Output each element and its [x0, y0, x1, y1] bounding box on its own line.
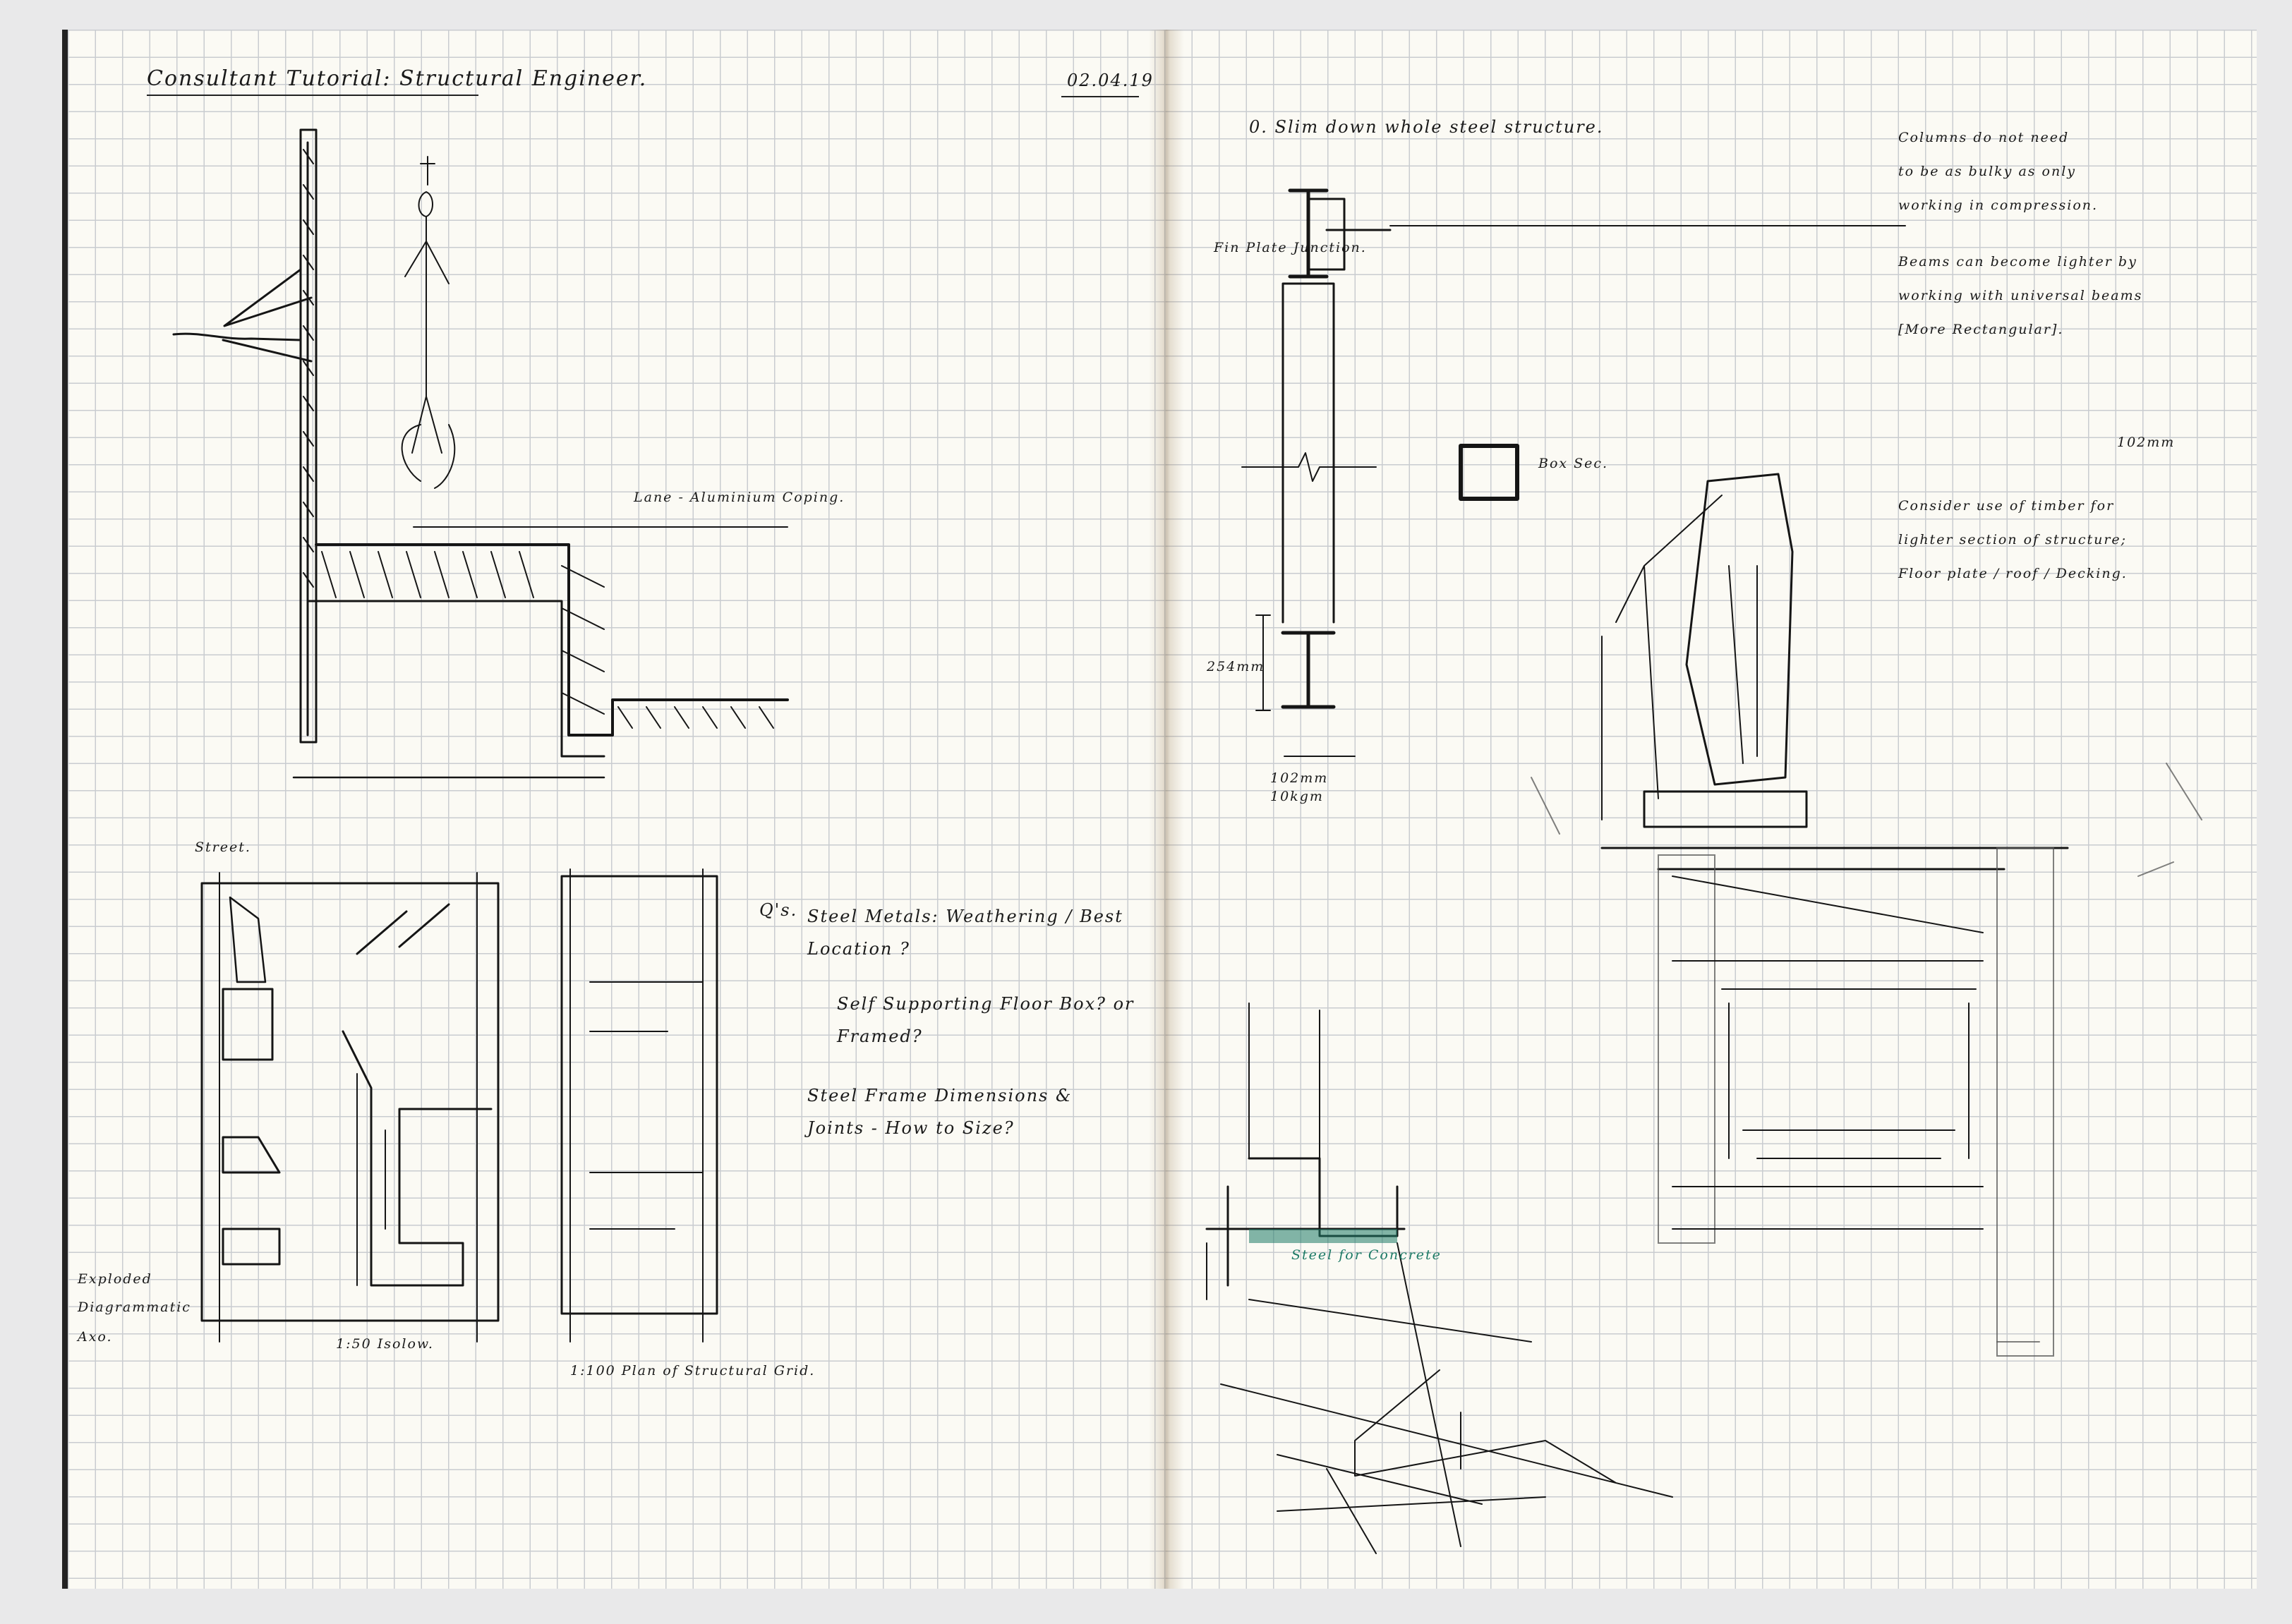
label-diagrammatic: Diagrammatic: [78, 1299, 191, 1315]
questions-heading: Q's.: [759, 900, 798, 920]
label-exploded: Exploded: [78, 1271, 152, 1287]
label-concrete: Steel for Concrete: [1291, 1247, 1442, 1263]
label-street: Street.: [195, 840, 251, 855]
question-1: Steel Metals: Weathering / Best Location…: [807, 907, 1123, 959]
left-page: Consultant Tutorial: Structural Engineer…: [62, 30, 1169, 1589]
label-structural-grid: 1:100 Plan of Structural Grid.: [570, 1363, 816, 1378]
question-3: Steel Frame Dimensions & Joints - How to…: [807, 1086, 1073, 1138]
label-axo: Axo.: [78, 1329, 113, 1345]
label-iso: 1:50 Isolow.: [336, 1336, 434, 1352]
right-page: 0. Slim down whole steel structure. Fin …: [1164, 30, 2257, 1589]
exploded-axo-sketch: [200, 868, 718, 1343]
question-2: Self Supporting Floor Box? or Framed?: [837, 994, 1135, 1046]
perspective-sketch: [1205, 473, 2202, 1554]
notebook-spread: Consultant Tutorial: Structural Engineer…: [62, 30, 2257, 1589]
book-gutter: [1149, 30, 1184, 1589]
